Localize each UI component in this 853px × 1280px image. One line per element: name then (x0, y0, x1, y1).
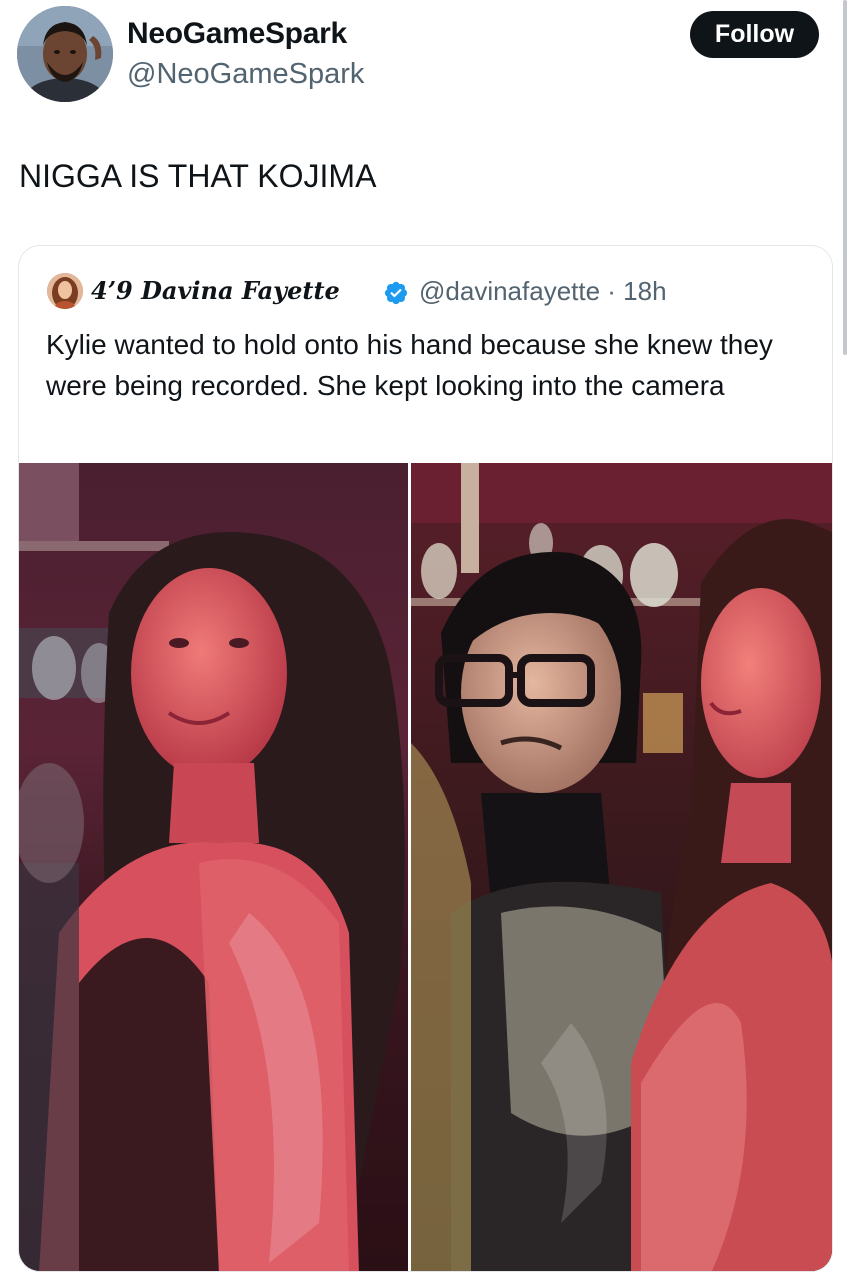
follow-button[interactable]: Follow (690, 11, 819, 58)
tweet-text: NIGGA IS THAT KOJIMA (19, 158, 377, 194)
quoted-display-name[interactable]: 4’9 Davina Fayette (91, 274, 340, 308)
photo-woman-smiling (19, 463, 408, 1271)
author-handle[interactable]: @NeoGameSpark (127, 55, 364, 93)
quoted-avatar-photo (47, 273, 83, 309)
avatar-photo (17, 6, 113, 102)
photo-man-glasses-and-woman (411, 463, 832, 1271)
quoted-tweet-text: Kylie wanted to hold onto his hand becau… (46, 329, 773, 401)
avatar[interactable] (17, 6, 113, 102)
quoted-tweet-card[interactable]: 4’9 Davina Fayette @davinafayette · 18h … (18, 245, 833, 1272)
scrollbar[interactable] (843, 0, 847, 355)
author-display-name[interactable]: NeoGameSpark (127, 14, 347, 54)
media-photo-left[interactable] (19, 463, 408, 1271)
quoted-media[interactable] (19, 463, 832, 1271)
quoted-handle-and-time[interactable]: @davinafayette · 18h (419, 274, 667, 308)
media-photo-right[interactable] (411, 463, 832, 1271)
verified-badge-icon (384, 281, 408, 305)
quoted-avatar[interactable] (47, 273, 83, 309)
